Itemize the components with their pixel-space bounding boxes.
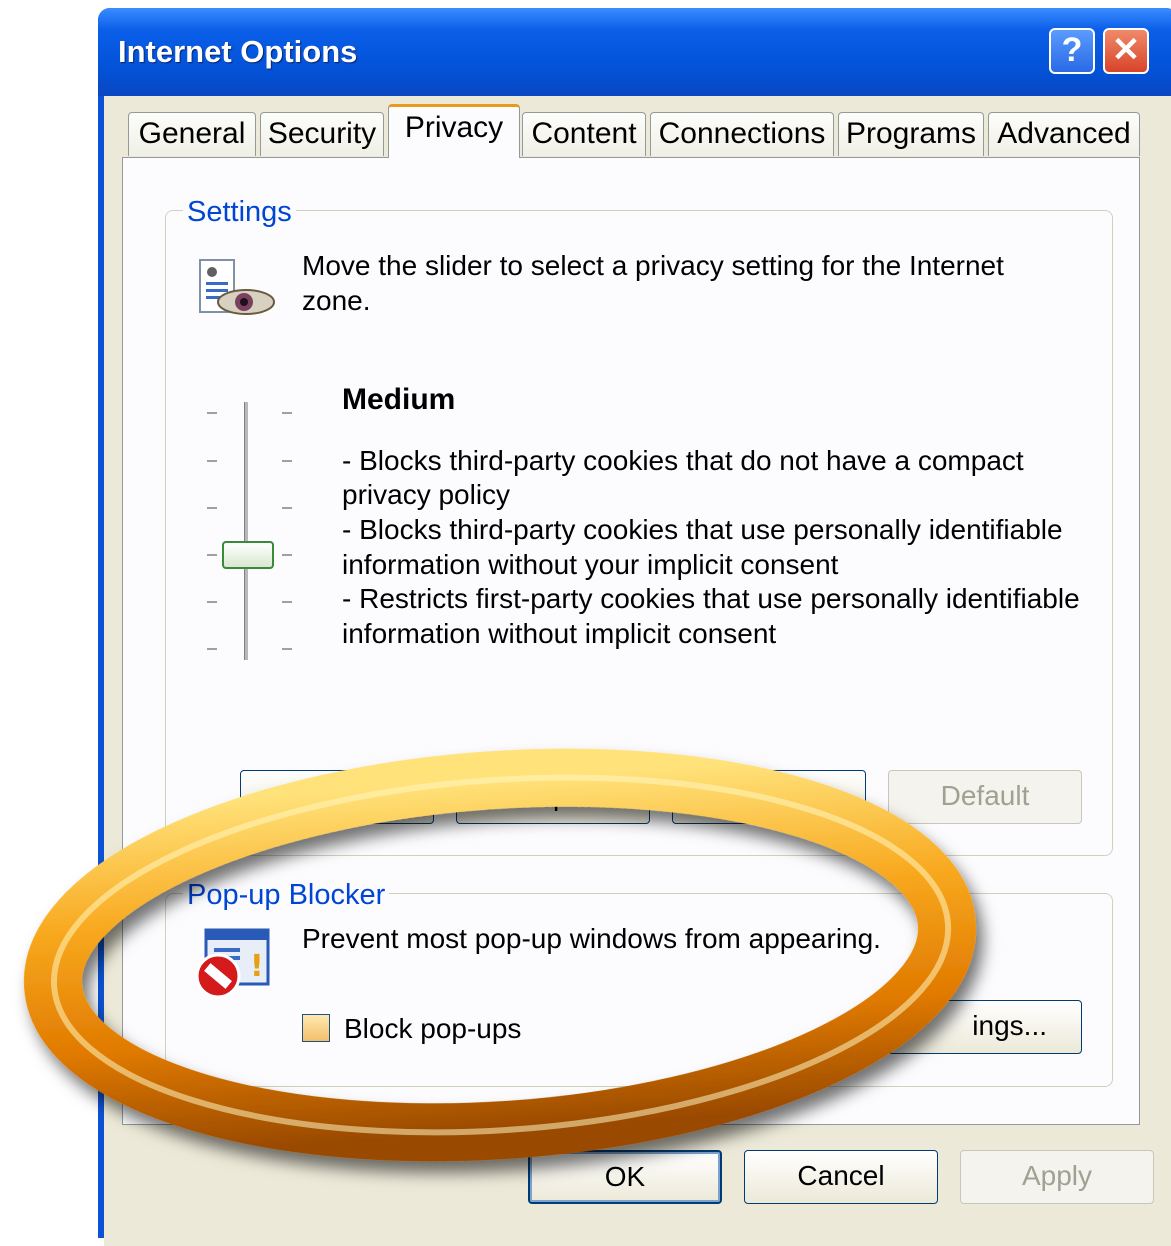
privacy-slider-track[interactable]: [244, 402, 248, 660]
slider-instruction-line2: zone.: [302, 285, 371, 316]
privacy-desc-line: information without implicit consent: [342, 618, 777, 649]
slider-tick: [207, 507, 217, 509]
privacy-desc-line: - Blocks third-party cookies that do not…: [342, 445, 1024, 476]
slider-tick: [207, 648, 217, 650]
slider-tick: [282, 460, 292, 462]
ok-button[interactable]: OK: [528, 1150, 722, 1204]
popup-blocker-text: Prevent most pop-up windows from appeari…: [302, 923, 881, 954]
close-button[interactable]: ✕: [1103, 28, 1149, 74]
window-title: Internet Options: [118, 34, 358, 69]
privacy-desc-line: information without your implicit consen…: [342, 549, 839, 580]
title-bar: Internet Options ? ✕: [98, 8, 1171, 96]
slider-tick: [282, 554, 292, 556]
sites-button[interactable]: [240, 770, 434, 824]
svg-text:!: !: [250, 949, 264, 984]
slider-instruction-line1: Move the slider to select a privacy sett…: [302, 250, 1004, 281]
help-button[interactable]: ?: [1049, 28, 1095, 74]
privacy-desc-line: - Restricts first-party cookies that use…: [342, 583, 1080, 614]
tab-programs[interactable]: Programs: [838, 112, 984, 156]
cancel-button[interactable]: Cancel: [744, 1150, 938, 1204]
slider-tick: [282, 648, 292, 650]
slider-tick: [207, 412, 217, 414]
import-button[interactable]: Impo: [456, 770, 650, 824]
settings-legend: Settings: [183, 196, 296, 229]
slider-tick: [207, 460, 217, 462]
tab-content[interactable]: Content: [522, 112, 646, 156]
privacy-desc-line: privacy policy: [342, 479, 511, 510]
privacy-level-label: Medium: [342, 383, 456, 416]
block-popups-checkbox[interactable]: [302, 1014, 330, 1042]
tab-general[interactable]: General: [128, 112, 256, 156]
privacy-desc-line: - Blocks third-party cookies that use pe…: [342, 514, 1063, 545]
tab-connections[interactable]: Connections: [650, 112, 834, 156]
slider-tick: [207, 601, 217, 603]
tab-advanced[interactable]: Advanced: [988, 112, 1140, 156]
privacy-slider-thumb[interactable]: [222, 541, 274, 569]
advanced-button[interactable]: Advanced...: [672, 770, 866, 824]
popup-blocker-legend: Pop-up Blocker: [183, 879, 390, 912]
slider-tick: [282, 507, 292, 509]
default-button[interactable]: Default: [888, 770, 1082, 824]
slider-tick: [282, 601, 292, 603]
tab-privacy[interactable]: Privacy: [388, 104, 520, 158]
block-popups-label: Block pop-ups: [344, 1013, 522, 1044]
privacy-icon: [199, 259, 275, 315]
slider-tick: [207, 554, 217, 556]
popup-blocker-icon: !: [195, 928, 270, 999]
popup-settings-button[interactable]: ings...: [888, 1000, 1082, 1054]
tab-security[interactable]: Security: [260, 112, 384, 156]
slider-tick: [282, 412, 292, 414]
apply-button[interactable]: Apply: [960, 1150, 1154, 1204]
